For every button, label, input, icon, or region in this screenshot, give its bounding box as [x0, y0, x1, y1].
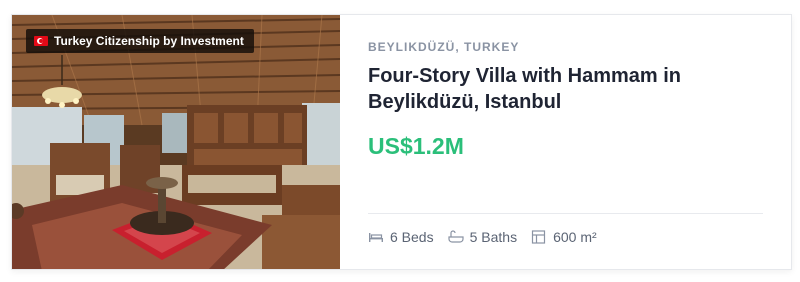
beds-label: 6 Beds	[390, 229, 434, 245]
area-label: 600 m²	[553, 229, 597, 245]
baths-label: 5 Baths	[469, 229, 518, 245]
turkey-flag-icon	[34, 36, 48, 46]
property-info: BEYLIKDÜZÜ, TURKEY Four-Story Villa with…	[368, 15, 763, 269]
bed-icon	[369, 233, 383, 242]
property-location: BEYLIKDÜZÜ, TURKEY	[368, 40, 520, 54]
badge-label: Turkey Citizenship by Investment	[54, 34, 244, 48]
property-features: 6 Beds 5 Baths 600 m²	[368, 229, 597, 245]
citizenship-badge: Turkey Citizenship by Investment	[26, 29, 254, 53]
bath-icon	[447, 230, 464, 243]
feature-area: 600 m²	[531, 229, 597, 245]
property-card[interactable]: Turkey Citizenship by Investment BEYLIKD…	[11, 14, 792, 270]
villa-interior-image	[12, 15, 340, 269]
property-photo[interactable]: Turkey Citizenship by Investment	[12, 15, 340, 269]
divider	[368, 213, 763, 214]
property-price: US$1.2M	[368, 133, 464, 159]
feature-beds: 6 Beds	[368, 229, 434, 245]
property-title[interactable]: Four-Story Villa with Hammam in Beylikdü…	[368, 63, 768, 115]
area-icon	[531, 230, 546, 244]
feature-baths: 5 Baths	[447, 229, 518, 245]
